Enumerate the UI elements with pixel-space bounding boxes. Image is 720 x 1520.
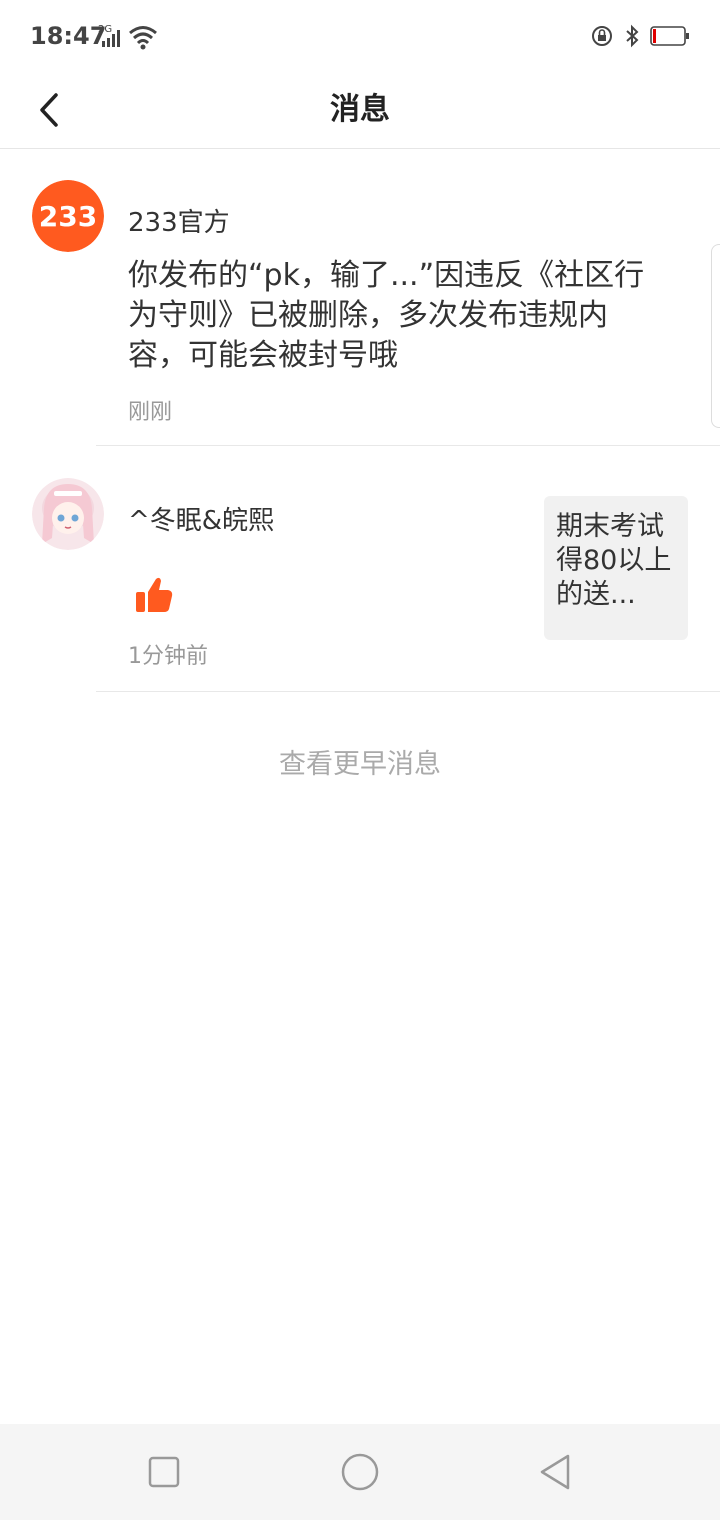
battery-icon: [650, 26, 689, 46]
message-text: 你发布的“pk，输了...”因违反《社区行为守则》已被删除，多次发布违规内容，可…: [128, 258, 645, 373]
circle-icon: [341, 1453, 379, 1491]
thumbs-up-icon: [134, 576, 174, 618]
divider: [96, 691, 720, 692]
bluetooth-icon: [626, 24, 639, 48]
system-nav-bar: [0, 1424, 720, 1520]
home-button[interactable]: [340, 1452, 380, 1492]
divider: [96, 445, 720, 446]
cellular-signal-icon: [102, 30, 120, 47]
rotation-lock-icon: [592, 26, 612, 46]
message-time: 刚刚: [128, 400, 173, 425]
avatar-233[interactable]: 233: [32, 180, 104, 252]
view-earlier-messages-link[interactable]: 查看更早消息: [0, 742, 720, 781]
sender-name: 233官方: [128, 208, 230, 238]
square-icon: [148, 1456, 180, 1488]
avatar-user[interactable]: [32, 478, 104, 550]
recent-apps-button[interactable]: [144, 1452, 184, 1492]
header: 消息: [0, 72, 720, 149]
message-item-official[interactable]: 233 233官方 你发布的“pk，输了...”因违反《社区行为守则》已被删除，…: [0, 180, 720, 446]
avatar-233-text: 233: [39, 200, 97, 233]
status-bar: 18:47 2G: [0, 0, 720, 72]
sender-name: ^冬眠&皖熙: [128, 506, 275, 536]
wifi-icon: [129, 26, 157, 50]
triangle-back-icon: [540, 1454, 570, 1490]
page-title: 消息: [330, 92, 390, 127]
avatar-233-logo: 233: [32, 180, 104, 252]
status-time: 18:47: [30, 22, 107, 50]
message-item-like[interactable]: ^冬眠&皖熙 1分钟前 期末考试得80以上的送...: [0, 478, 720, 692]
referenced-post-preview[interactable]: 期末考试得80以上的送...: [544, 496, 688, 640]
message-time: 1分钟前: [128, 644, 208, 669]
nav-back-button[interactable]: [536, 1452, 576, 1492]
referenced-post-text: 期末考试得80以上的送...: [556, 511, 672, 610]
avatar-anime-girl-image: [32, 478, 104, 550]
